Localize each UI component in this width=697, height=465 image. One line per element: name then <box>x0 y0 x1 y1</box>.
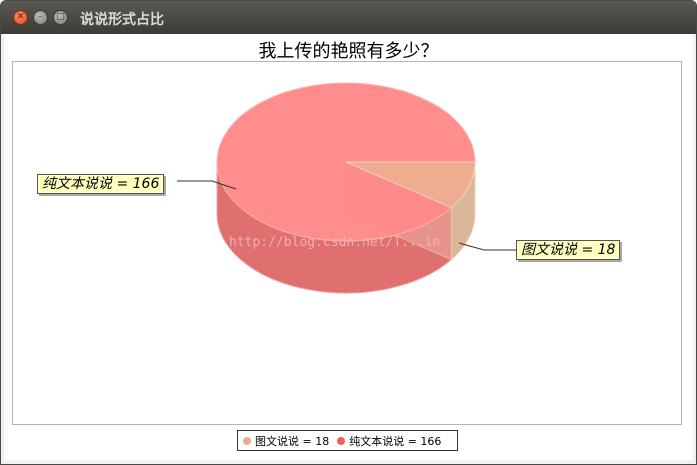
legend-item-pure-text: 纯文本说说 = 166 <box>337 433 441 449</box>
leader-line-image-text <box>458 242 516 251</box>
chart-panel: 我上传的艳照有多少？ http://blog.csdn.net/T...in 纯… <box>4 34 693 460</box>
slice-label-pure-text: 纯文本说说 = 166 <box>37 174 165 194</box>
maximize-button[interactable]: □ <box>53 10 68 25</box>
maximize-icon: □ <box>56 12 65 22</box>
watermark: http://blog.csdn.net/T...in <box>229 235 440 250</box>
legend-item-image-text: 图文说说 = 18 <box>243 433 329 449</box>
close-button[interactable]: ✕ <box>13 10 28 25</box>
title-bar[interactable]: ✕ – □ 说说形式占比 <box>1 1 696 34</box>
minimize-icon: – <box>38 12 43 22</box>
legend-swatch <box>243 436 251 445</box>
legend-swatch <box>337 436 346 445</box>
slice-label-image-text: 图文说说 = 18 <box>516 240 621 260</box>
pie-layer <box>177 82 516 294</box>
close-icon: ✕ <box>16 12 25 22</box>
window-title: 说说形式占比 <box>80 12 164 28</box>
app-window: ✕ – □ 说说形式占比 我上传的艳照有多少？ http://blog.csdn… <box>0 0 697 465</box>
minimize-button[interactable]: – <box>33 10 48 25</box>
chart-legend: 图文说说 = 18 纯文本说说 = 166 <box>237 430 458 451</box>
